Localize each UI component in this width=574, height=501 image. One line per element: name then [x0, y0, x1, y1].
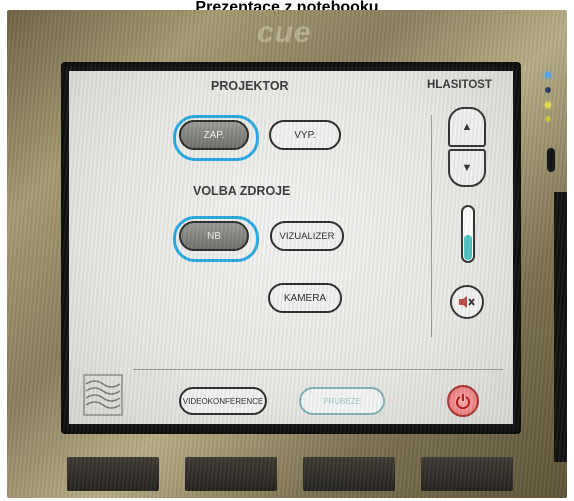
speaker-mute-icon: [459, 296, 475, 308]
led-yellow-2: [545, 116, 551, 122]
volume-up-button[interactable]: ▲: [448, 107, 486, 147]
source-nb-button[interactable]: NB: [179, 221, 249, 251]
source-visualizer-button[interactable]: VIZUALIZER: [270, 221, 344, 251]
power-button[interactable]: [447, 385, 479, 417]
triangle-down-icon: ▼: [461, 162, 473, 174]
source-label: VOLBA ZDROJE: [193, 184, 291, 198]
led-yellow: [545, 102, 551, 108]
power-icon: [456, 394, 470, 409]
projector-off-button[interactable]: VYP.: [269, 120, 341, 150]
control-panel-device: cue PROJEKTOR HLASITOST ZAP. VYP. VOLBA …: [7, 10, 567, 498]
volume-level-fill: [464, 235, 472, 260]
led-blue: [545, 72, 551, 78]
hardware-button-4[interactable]: [421, 457, 513, 491]
side-slot: [547, 148, 555, 172]
source-camera-button[interactable]: KAMERA: [268, 283, 342, 313]
volume-level-bar[interactable]: [461, 205, 475, 263]
hardware-button-2[interactable]: [185, 457, 277, 491]
volume-down-button[interactable]: ▼: [448, 149, 486, 187]
triangle-up-icon: ▲: [461, 121, 473, 133]
hardware-button-1[interactable]: [67, 457, 159, 491]
hardware-button-3[interactable]: [303, 457, 395, 491]
videoconference-button[interactable]: VIDEOKONFERENCE: [179, 387, 267, 415]
side-bar: [554, 192, 567, 462]
mute-button[interactable]: [450, 285, 484, 319]
touch-screen: PROJEKTOR HLASITOST ZAP. VYP. VOLBA ZDRO…: [69, 71, 513, 424]
projector-label: PROJEKTOR: [211, 79, 289, 93]
brand-logo: cue: [257, 16, 312, 49]
projector-on-button[interactable]: ZAP.: [179, 120, 249, 150]
volume-divider-line: [431, 115, 432, 337]
volume-label: HLASITOST: [427, 79, 492, 91]
bottom-divider-line: [133, 369, 503, 370]
wave-logo-icon: [83, 374, 123, 416]
dimmed-button[interactable]: PRUBEZE: [299, 387, 385, 415]
led-dim: [545, 87, 551, 93]
